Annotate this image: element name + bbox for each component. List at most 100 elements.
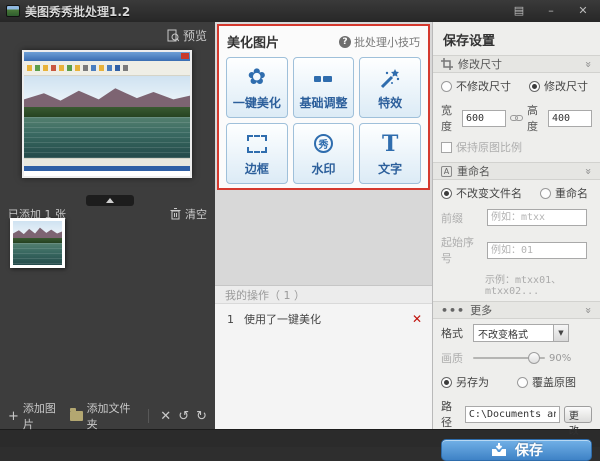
basic-adjust-button[interactable]: 基础调整 [293, 57, 355, 118]
sliders-icon [311, 65, 335, 91]
prefix-label: 前缀 [441, 210, 483, 226]
path-input[interactable] [465, 406, 560, 423]
rename-example-text: 示例：mtxx01、mtxx02... [433, 269, 600, 301]
radio-resize[interactable] [529, 81, 540, 92]
link-dimensions-icon [510, 114, 523, 122]
flower-icon: ✿ [248, 65, 266, 91]
save-button[interactable]: 保存 [441, 439, 592, 461]
operation-row: 1 使用了一键美化 ✕ [215, 304, 432, 327]
resize-section-label: 修改尺寸 [458, 56, 502, 72]
tile-label: 一键美化 [233, 94, 281, 111]
chevron-collapse-icon: » [582, 61, 595, 68]
one-key-beautify-button[interactable]: ✿ 一键美化 [226, 57, 288, 118]
overwrite-label[interactable]: 覆盖原图 [532, 374, 576, 390]
more-section-header[interactable]: ••• 更多 » [433, 301, 600, 319]
operations-header: 我的操作（ 1 ） [215, 285, 432, 304]
change-path-button[interactable]: 更改 [564, 406, 592, 423]
batch-tips-link[interactable]: ? 批处理小技巧 [339, 34, 420, 50]
dropdown-arrow-icon: ▼ [553, 325, 568, 341]
keep-ratio-checkbox[interactable] [441, 142, 452, 153]
app-window: 美图秀秀批处理1.2 ▤ – ✕ 预览 [0, 0, 600, 447]
tile-label: 文字 [378, 160, 402, 177]
operation-index: 1 [227, 313, 234, 326]
text-button[interactable]: T 文字 [359, 123, 421, 184]
keep-size-label[interactable]: 不修改尺寸 [456, 78, 511, 94]
save-settings-title: 保存设置 [433, 22, 600, 55]
add-folder-button[interactable]: 添加文件夹 [70, 400, 138, 432]
plus-icon: + [8, 409, 19, 424]
watermark-button[interactable]: 秀 水印 [293, 123, 355, 184]
magic-wand-icon [378, 65, 402, 91]
quality-slider[interactable] [473, 352, 545, 364]
save-settings-panel: 保存设置 修改尺寸 » 不修改尺寸 修改尺寸 宽度 [432, 22, 600, 429]
preview-mini-close-icon [181, 53, 189, 59]
resize-section-header[interactable]: 修改尺寸 » [433, 55, 600, 73]
height-input[interactable] [548, 110, 592, 127]
resize-label[interactable]: 修改尺寸 [544, 78, 588, 94]
keep-ratio-label[interactable]: 保持原图比例 [456, 139, 522, 155]
rename-section-header[interactable]: A 重命名 » [433, 162, 600, 180]
crop-icon [441, 58, 453, 70]
radio-save-as[interactable] [441, 377, 452, 388]
more-section-label: 更多 [470, 302, 492, 318]
format-value: 不改变格式 [474, 326, 553, 341]
preview-icon [167, 29, 179, 42]
path-label: 路径 [441, 398, 461, 430]
preview-mini-statusbar [24, 158, 190, 166]
left-toolbar: + 添加图片 添加文件夹 ✕ ↺ ↻ [0, 403, 215, 429]
close-button[interactable]: ✕ [572, 3, 594, 19]
add-folder-label: 添加文件夹 [87, 400, 138, 432]
radio-keep-filename[interactable] [441, 188, 452, 199]
start-number-input[interactable] [487, 242, 587, 259]
photo-thumbnail[interactable] [10, 218, 65, 268]
rename-label[interactable]: 重命名 [555, 185, 588, 201]
minimize-button[interactable]: – [540, 3, 562, 19]
remove-photo-button[interactable]: ✕ [160, 409, 171, 424]
app-icon [6, 5, 20, 17]
preview-mini-titlebar [24, 52, 190, 61]
text-icon: T [382, 131, 398, 157]
operations-title: 我的操作（ 1 ） [225, 287, 305, 303]
clear-label: 清空 [185, 206, 207, 222]
save-as-label[interactable]: 另存为 [456, 374, 489, 390]
question-icon: ? [339, 36, 351, 48]
photo-panel: 预览 [0, 22, 215, 429]
quality-label: 画质 [441, 350, 469, 366]
clear-all-button[interactable]: 清空 [170, 206, 207, 222]
toolbar-divider [148, 409, 149, 423]
delete-operation-button[interactable]: ✕ [412, 312, 422, 326]
width-input[interactable] [462, 110, 506, 127]
tile-label: 基础调整 [299, 94, 347, 111]
more-dots-icon: ••• [441, 304, 465, 317]
operations-list: 1 使用了一键美化 ✕ [215, 304, 432, 429]
format-select[interactable]: 不改变格式 ▼ [473, 324, 569, 342]
radio-keep-size[interactable] [441, 81, 452, 92]
slider-knob[interactable] [528, 352, 540, 364]
radio-overwrite[interactable] [517, 377, 528, 388]
preview-mini-toolbar [24, 61, 190, 76]
chevron-collapse-icon: » [582, 168, 595, 175]
tile-label: 特效 [378, 94, 402, 111]
radio-rename[interactable] [540, 188, 551, 199]
window-title: 美图秀秀批处理1.2 [25, 3, 130, 20]
width-label: 宽度 [441, 102, 458, 134]
keep-filename-label[interactable]: 不改变文件名 [456, 185, 522, 201]
rename-a-icon: A [441, 166, 452, 177]
preview-mini-bluebar [24, 166, 190, 171]
prefix-input[interactable] [487, 209, 587, 226]
format-label: 格式 [441, 325, 469, 341]
preview-landscape-photo [24, 76, 190, 158]
undo-button[interactable]: ↺ [178, 409, 189, 424]
thumbnail-landscape [13, 221, 62, 265]
operation-text: 使用了一键美化 [244, 311, 321, 327]
add-image-button[interactable]: + 添加图片 [8, 400, 63, 432]
tile-label: 水印 [311, 160, 335, 177]
skin-button[interactable]: ▤ [508, 3, 530, 19]
beautify-card-highlighted: 美化图片 ? 批处理小技巧 ✿ 一键美化 基础调整 [217, 24, 430, 190]
preview-button[interactable]: 预览 [167, 27, 207, 44]
chevron-collapse-icon: » [582, 307, 595, 314]
effects-button[interactable]: 特效 [359, 57, 421, 118]
tile-label: 边框 [245, 160, 269, 177]
border-button[interactable]: 边框 [226, 123, 288, 184]
redo-button[interactable]: ↻ [196, 409, 207, 424]
